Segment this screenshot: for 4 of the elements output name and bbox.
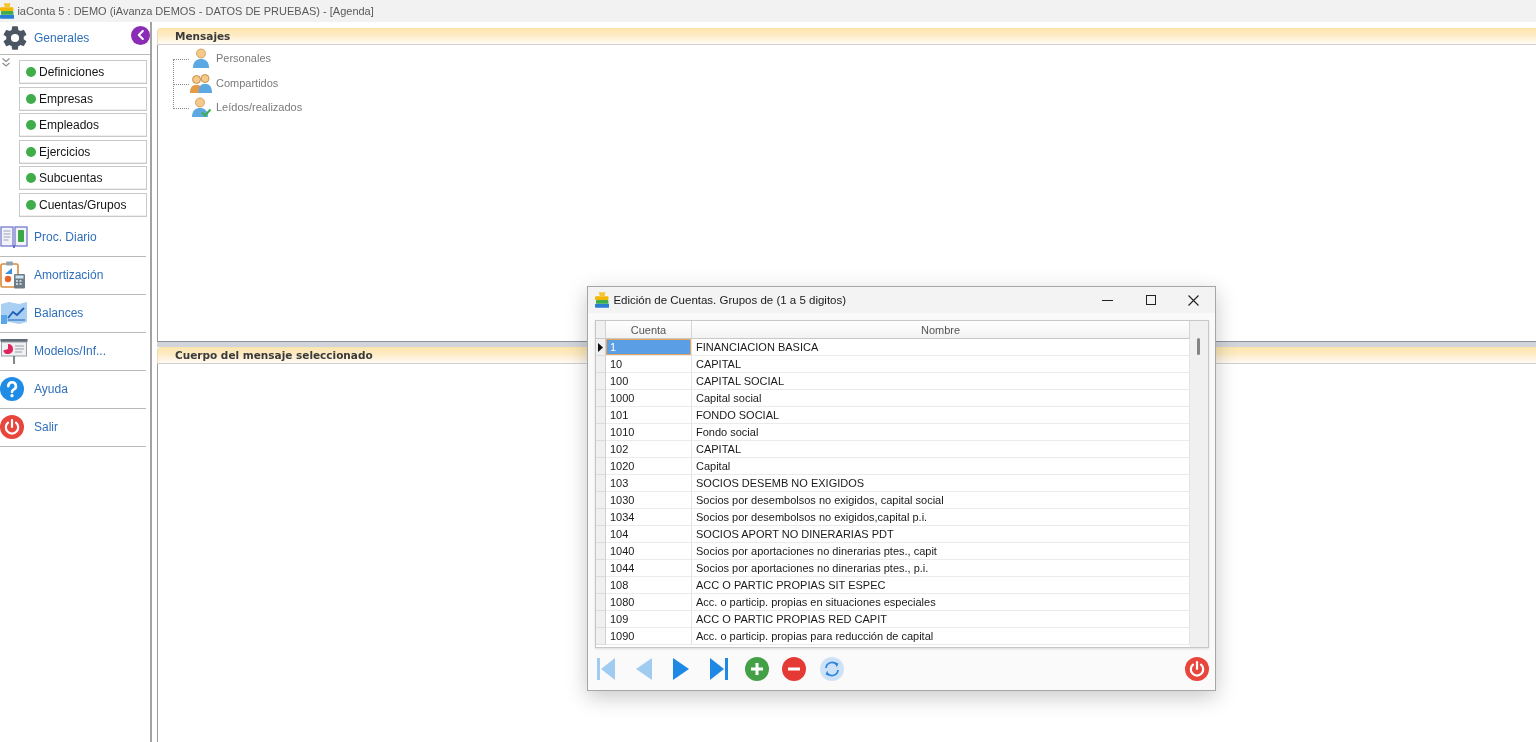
window-title: iaConta 5 : DEMO (iAvanza DEMOS - DATOS DE PRUEBAS) - [Agenda]: [17, 5, 374, 17]
panel-title: Mensajes: [175, 30, 231, 42]
panel-title: Cuerpo del mensaje seleccionado: [175, 349, 373, 361]
dialog-title: Edición de Cuentas. Grupos de (1 a 5 digitos): [613, 294, 847, 306]
